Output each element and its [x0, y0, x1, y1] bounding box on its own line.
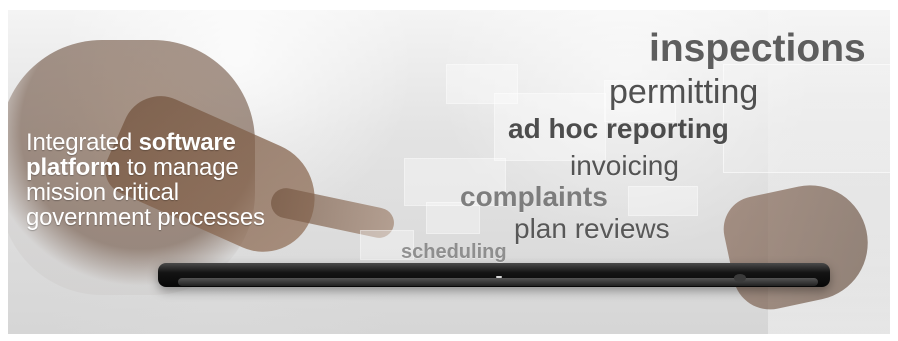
keyword-complaints: complaints: [460, 181, 608, 212]
caption-line-1-prefix: Integrated: [26, 129, 139, 156]
hero-banner: Integrated software platform to manage m…: [8, 10, 890, 334]
caption-line-1: Integrated software: [26, 130, 346, 155]
keyword-plan-reviews: plan reviews: [514, 213, 670, 244]
caption-line-4: government processes: [26, 204, 265, 231]
tablet-edge: [178, 278, 818, 286]
keyword-scheduling: scheduling: [401, 241, 507, 263]
floating-card: [628, 186, 698, 216]
caption-line-2-strong: platform: [26, 154, 121, 181]
hero-caption: Integrated software platform to manage m…: [26, 130, 346, 230]
tablet-home-button-icon: [734, 274, 746, 282]
caption-line-2-suffix: to manage: [120, 154, 239, 181]
keyword-inspections: inspections: [649, 27, 866, 70]
keyword-permitting: permitting: [609, 73, 759, 111]
keyword-ad-hoc-reporting: ad hoc reporting: [508, 113, 729, 144]
caption-line-2: platform to manage: [26, 155, 346, 180]
caption-line-3: mission critical: [26, 179, 179, 206]
tablet-camera-icon: [496, 276, 502, 278]
keyword-invoicing: invoicing: [570, 150, 679, 181]
caption-line-1-strong: software: [138, 129, 236, 156]
